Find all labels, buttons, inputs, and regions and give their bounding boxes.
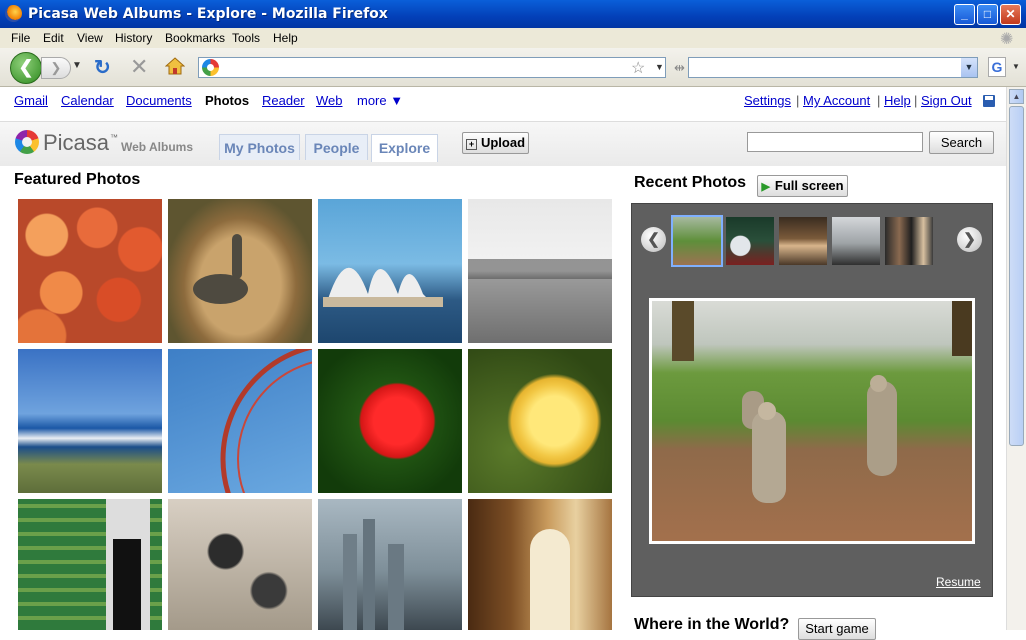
next-arrow-icon[interactable]: ❯ (957, 227, 982, 252)
gbar-link-help[interactable]: Help (884, 93, 911, 108)
gbar-link-web[interactable]: Web (316, 93, 343, 108)
google-bar: Gmail Calendar Documents Photos Reader W… (0, 87, 1006, 121)
home-icon[interactable] (164, 57, 186, 75)
window-title: Picasa Web Albums - Explore - Mozilla Fi… (28, 6, 388, 22)
play-icon: ▶ (761, 181, 770, 193)
current-slide-photo[interactable] (649, 298, 975, 544)
save-icon[interactable] (983, 95, 995, 107)
stop-icon[interactable]: ✕ (130, 54, 148, 80)
page-scrollbar[interactable]: ▲ (1006, 87, 1026, 630)
featured-photo-wheat-field[interactable] (468, 199, 612, 343)
upload-icon: + (465, 139, 477, 150)
minimize-button[interactable]: _ (954, 4, 975, 25)
engine-menu-icon[interactable]: ▼ (1012, 62, 1020, 71)
tab-people[interactable]: People (305, 134, 368, 160)
history-dropdown-icon[interactable]: ▼ (72, 60, 82, 71)
featured-photo-rock-formation[interactable] (168, 499, 312, 630)
featured-photo-ocean[interactable] (18, 349, 162, 493)
gbar-link-calendar[interactable]: Calendar (61, 93, 114, 108)
gbar-link-my-account[interactable]: My Account (803, 93, 870, 108)
full-screen-label: Full screen (774, 178, 844, 193)
gbar-link-settings[interactable]: Settings (744, 93, 791, 108)
resume-link[interactable]: Resume (936, 575, 981, 589)
reload-icon[interactable]: ↻ (94, 55, 111, 80)
url-bar[interactable]: ☆ ▼ (198, 57, 666, 78)
toolbar-splitter-icon[interactable]: ⇹ (674, 60, 685, 76)
menu-bar: File Edit View History Bookmarks Tools H… (0, 28, 1026, 48)
navigation-toolbar: ❮ ❯ ▼ ↻ ✕ ☆ ▼ ⇹ ▼ G ▼ (0, 48, 1026, 87)
search-engine-bar[interactable]: ▼ (688, 57, 978, 78)
where-in-the-world-heading: Where in the World? (634, 616, 790, 633)
recent-thumb-monkeys[interactable] (671, 215, 723, 267)
picasa-tm: ™ (110, 133, 118, 142)
prev-arrow-icon[interactable]: ❮ (641, 227, 666, 252)
menu-bookmarks[interactable]: Bookmarks (165, 31, 225, 45)
recent-photos-heading: Recent Photos (634, 174, 747, 191)
upload-label: Upload (480, 135, 526, 150)
search-engine-dropdown-icon[interactable]: ▼ (961, 58, 977, 77)
window-title-bar: Picasa Web Albums - Explore - Mozilla Fi… (0, 0, 1026, 28)
featured-photos-heading: Featured Photos (14, 171, 141, 188)
scroll-up-icon[interactable]: ▲ (1009, 89, 1024, 104)
picasa-logo-text: Picasa (43, 130, 110, 155)
menu-tools[interactable]: Tools (232, 31, 260, 45)
featured-photo-yellow-rose[interactable] (468, 349, 612, 493)
recent-thumb-group[interactable] (779, 217, 827, 265)
menu-file[interactable]: File (11, 31, 30, 45)
gbar-separator: | (914, 93, 918, 108)
back-icon[interactable]: ❮ (10, 52, 42, 84)
menu-view[interactable]: View (77, 31, 103, 45)
close-window-button[interactable]: ✕ (1000, 4, 1021, 25)
gbar-link-reader[interactable]: Reader (262, 93, 305, 108)
bookmark-star-icon[interactable]: ☆ (631, 58, 645, 78)
featured-photo-tortoise[interactable] (168, 199, 312, 343)
picasa-search-input[interactable] (747, 132, 923, 152)
start-game-button[interactable]: Start game (798, 618, 876, 640)
gbar-current-photos: Photos (205, 93, 250, 108)
url-dropdown-icon[interactable]: ▼ (655, 62, 664, 72)
full-screen-button[interactable]: ▶ Full screen (757, 175, 848, 197)
menu-history[interactable]: History (115, 31, 152, 45)
featured-photo-green-wall[interactable] (18, 499, 162, 630)
google-search-icon[interactable]: G (988, 57, 1006, 77)
featured-photo-arches[interactable] (468, 499, 612, 630)
picasa-header: Picasa ™ Web Albums My Photos People Exp… (0, 121, 1006, 166)
throbber-icon: ✺ (1000, 31, 1014, 48)
featured-photo-peaches[interactable] (18, 199, 162, 343)
gbar-link-more[interactable]: more ▼ (357, 93, 403, 108)
tab-explore[interactable]: Explore (371, 134, 438, 162)
picasa-subtitle: Web Albums (121, 140, 194, 154)
tab-my-photos[interactable]: My Photos (219, 134, 300, 160)
gbar-link-gmail[interactable]: Gmail (14, 93, 48, 108)
scroll-thumb[interactable] (1009, 106, 1024, 446)
upload-button[interactable]: + Upload (462, 132, 529, 154)
featured-photo-ferris-wheel[interactable] (168, 349, 312, 493)
recent-thumb-window[interactable] (832, 217, 880, 265)
gbar-link-sign-out[interactable]: Sign Out (921, 93, 972, 108)
menu-help[interactable]: Help (273, 31, 298, 45)
featured-photo-opera-house[interactable] (318, 199, 462, 343)
featured-photo-red-flower[interactable] (318, 349, 462, 493)
forward-icon[interactable]: ❯ (41, 57, 71, 79)
firefox-icon (5, 5, 22, 22)
recent-thumb-party[interactable] (726, 217, 774, 265)
gbar-separator: | (877, 93, 881, 108)
maximize-button[interactable]: □ (977, 4, 998, 25)
gbar-link-documents[interactable]: Documents (126, 93, 192, 108)
gbar-separator: | (796, 93, 800, 108)
recent-thumb-people[interactable] (885, 217, 933, 265)
menu-edit[interactable]: Edit (43, 31, 64, 45)
featured-photo-city-skyline[interactable] (318, 499, 462, 630)
picasa-search-button[interactable]: Search (929, 131, 994, 154)
